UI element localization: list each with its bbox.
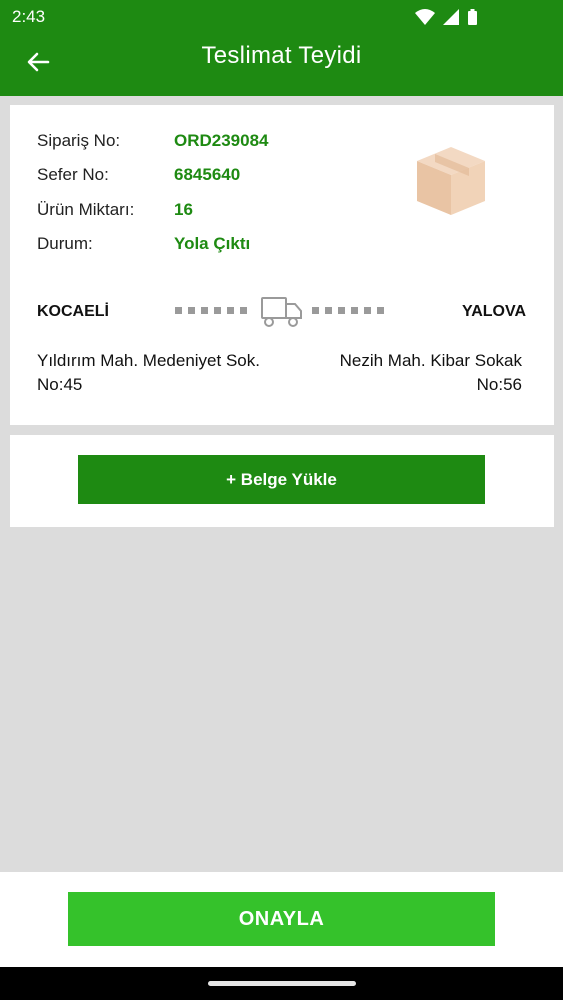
confirm-button[interactable]: ONAYLA (68, 892, 495, 946)
package-box-icon (417, 147, 485, 215)
order-info-card: Sipariş No: ORD239084 Sefer No: 6845640 … (10, 105, 554, 425)
status-icons (415, 9, 477, 25)
confirm-panel: ONAYLA (0, 872, 563, 967)
truck-icon (261, 297, 302, 327)
route-line (175, 297, 384, 327)
signal-icon (443, 9, 459, 25)
quantity-label: Ürün Miktarı: (37, 200, 135, 219)
status-time: 2:43 (12, 7, 46, 26)
origin-city: KOCAELİ (37, 303, 109, 320)
trip-number-value: 6845640 (174, 165, 241, 184)
page-title: Teslimat Teyidi (201, 42, 362, 69)
destination-address: Nezih Mah. Kibar Sokak No:56 (339, 351, 522, 394)
status-bar: 2:43 (0, 0, 563, 34)
battery-icon (468, 9, 477, 25)
document-upload-card: + Belge Yükle (10, 435, 554, 527)
destination-city: YALOVA (461, 303, 526, 320)
status-label: Durum: (37, 234, 93, 253)
system-nav-bar (0, 967, 563, 1000)
home-indicator[interactable] (208, 981, 356, 986)
origin-address: Yıldırım Mah. Medeniyet Sok. No:45 (37, 351, 260, 394)
quantity-value: 16 (174, 200, 193, 219)
status-value: Yola Çıktı (174, 234, 251, 253)
order-number-value: ORD239084 (174, 131, 269, 150)
app-bar: Teslimat Teyidi (0, 34, 563, 96)
upload-document-button[interactable]: + Belge Yükle (78, 455, 485, 504)
order-number-label: Sipariş No: (37, 131, 121, 150)
trip-number-label: Sefer No: (37, 165, 109, 184)
wifi-icon (415, 9, 435, 25)
